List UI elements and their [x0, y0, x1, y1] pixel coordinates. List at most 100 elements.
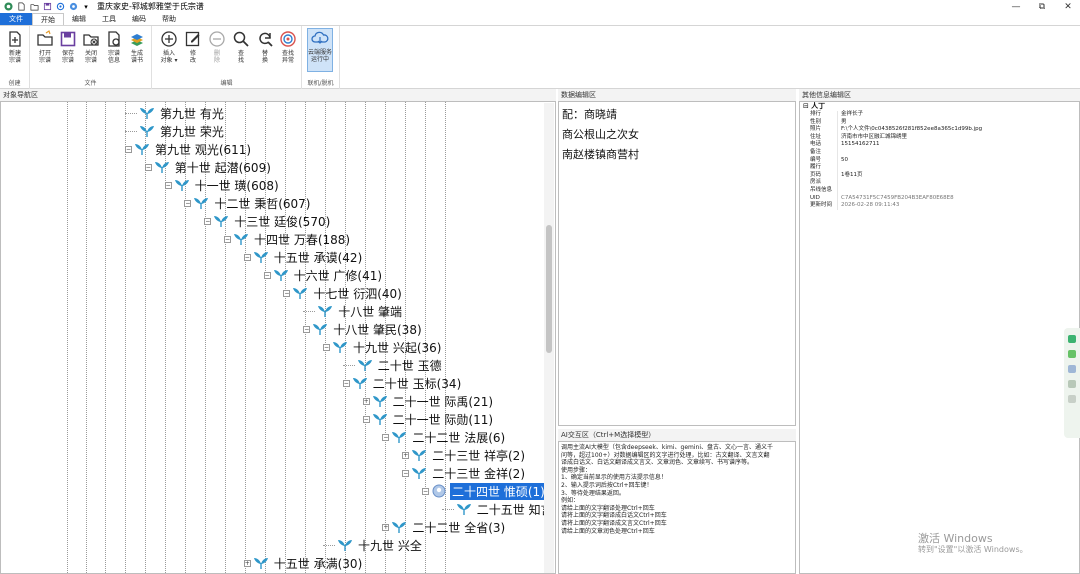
side-tray[interactable]	[1064, 328, 1080, 438]
collapse-icon[interactable]: −	[422, 487, 429, 495]
collapse-icon[interactable]: −	[323, 343, 330, 351]
close-button[interactable]: ✕	[1056, 0, 1080, 13]
collapse-icon[interactable]: −	[382, 433, 390, 441]
collapse-icon[interactable]: −	[283, 289, 291, 297]
collapse-icon[interactable]: −	[164, 181, 172, 189]
collapse-icon[interactable]: −	[144, 163, 152, 171]
collapse-toggle-icon[interactable]: ⊟	[803, 102, 811, 110]
tree-node[interactable]: − 十二世 秉哲(607)	[184, 194, 312, 212]
collapse-icon[interactable]: −	[263, 271, 271, 279]
tree-node[interactable]: − 十六世 广修(41)	[263, 266, 384, 284]
tree-node[interactable]: − 二十四世 惟硕(1)	[422, 482, 547, 500]
tree-node[interactable]: − 二十二世 法展(6)	[382, 428, 507, 446]
maximize-button[interactable]: ⧉	[1030, 0, 1054, 13]
tree-node[interactable]: − 十三世 廷俊(570)	[204, 212, 332, 230]
collapse-icon[interactable]: −	[342, 379, 350, 387]
tree-node[interactable]: + 十五世 承满(30)	[243, 554, 364, 572]
info-row[interactable]: 照片 F:\个人文件\0c0438526f281f852ee8a365c1d99b…	[800, 126, 1079, 134]
tree-node[interactable]: + 二十三世 祥亭(2)	[402, 446, 527, 464]
info-row[interactable]: 备注	[800, 148, 1079, 157]
info-row[interactable]: 房派	[800, 179, 1079, 187]
tab-tools[interactable]: 工具	[94, 13, 124, 25]
info-value[interactable]: 济南市市中区融汇城锦绣里	[838, 134, 907, 142]
info-value[interactable]	[838, 149, 841, 157]
insert-object-button[interactable]: 插入 对象 ▾	[158, 30, 180, 74]
info-value[interactable]: F:\个人文件\0c0438526f281f852ee8a365c1d99b.j…	[838, 126, 982, 134]
info-row[interactable]: 排行 金祥长子	[800, 111, 1079, 119]
tree-node[interactable]: − 二十世 玉标(34)	[342, 374, 463, 392]
info-row[interactable]: 页码 1卷11页	[800, 171, 1079, 180]
collapse-icon[interactable]: −	[204, 217, 212, 225]
quick-open-icon[interactable]	[29, 2, 39, 12]
tree-node[interactable]: − 十五世 承谟(42)	[243, 248, 364, 266]
collapse-icon[interactable]: −	[243, 253, 251, 261]
other-info-area[interactable]: ⊟ 人丁 排行 金祥长子 性别男照片 F:\个人文件\0c0438526f281f85…	[799, 101, 1080, 574]
tree-node[interactable]: 第九世 荣光	[125, 122, 226, 140]
collapse-icon[interactable]: −	[184, 199, 192, 207]
info-category[interactable]: ⊟ 人丁	[800, 102, 1079, 111]
delete-button[interactable]: 删 除	[206, 30, 228, 74]
info-row[interactable]: 履行	[800, 164, 1079, 172]
tab-file[interactable]: 文件	[0, 13, 32, 25]
expand-icon[interactable]: +	[382, 523, 390, 531]
cloud-service-button[interactable]: 云端服务 运行中	[307, 28, 333, 72]
info-row[interactable]: UID C7A54731F5C7459FB204B3EAF80E68E8	[800, 194, 1079, 203]
close-genealogy-button[interactable]: 关闭 宗谱	[80, 30, 102, 74]
collapse-icon[interactable]: −	[362, 415, 370, 423]
modify-button[interactable]: 修 改	[182, 30, 204, 74]
expand-icon[interactable]: +	[243, 559, 251, 567]
collapse-icon[interactable]: −	[224, 235, 231, 243]
tree-node[interactable]: 第九世 有光	[125, 104, 226, 122]
quick-save-icon[interactable]	[42, 2, 52, 12]
quick-access-dropdown-icon[interactable]: ▾	[81, 2, 91, 12]
ai-interaction-area[interactable]: 调用主流AI大模型（包含deepseek、kimi、gemini、盘古、文心一言…	[558, 441, 796, 574]
expand-icon[interactable]: +	[362, 397, 370, 405]
tray-shield-icon[interactable]	[1068, 335, 1076, 343]
save-genealogy-button[interactable]: 保存 宗谱	[57, 30, 79, 74]
quick-settings-icon[interactable]	[55, 2, 65, 12]
info-value[interactable]: 2026-02-28 09:11:43	[838, 202, 899, 210]
info-row[interactable]: 编号 50	[800, 156, 1079, 165]
info-value[interactable]	[838, 187, 841, 195]
tree-node[interactable]: − 十四世 万春(188)	[224, 230, 352, 248]
tree-node[interactable]: 十九世 兴全	[323, 536, 424, 554]
info-value[interactable]: 1卷11页	[838, 172, 863, 180]
minimize-button[interactable]: —	[1004, 0, 1028, 13]
tab-edit[interactable]: 编辑	[64, 13, 94, 25]
generate-book-button[interactable]: 生成 谱书	[126, 30, 148, 74]
info-value[interactable]: 15154162711	[838, 141, 880, 149]
tray-more-icon[interactable]	[1068, 395, 1076, 403]
tab-encoding[interactable]: 编码	[124, 13, 154, 25]
tree-node[interactable]: − 二十三世 金祥(2)	[402, 464, 527, 482]
tree-node[interactable]: 二十世 玉德	[342, 356, 444, 374]
new-genealogy-button[interactable]: 新建 宗谱	[4, 30, 26, 74]
open-genealogy-button[interactable]: 打开 宗谱	[34, 30, 56, 74]
info-value[interactable]	[838, 164, 841, 172]
collapse-icon[interactable]: −	[303, 325, 311, 333]
tree-node[interactable]: − 第十世 起潜(609)	[144, 158, 273, 176]
tree-node[interactable]: − 第九世 观光(611)	[125, 140, 253, 158]
tray-tool-icon[interactable]	[1068, 365, 1076, 373]
tree-node[interactable]: − 十一世 璜(608)	[164, 176, 281, 194]
find-button[interactable]: 查 找	[230, 30, 252, 74]
tree-node[interactable]: − 二十一世 际勋(11)	[362, 410, 495, 428]
tray-chart-icon[interactable]	[1068, 380, 1076, 388]
info-value[interactable]: 50	[838, 157, 848, 165]
collapse-icon[interactable]: −	[125, 145, 132, 153]
tray-status-icon[interactable]	[1068, 350, 1076, 358]
tree-node[interactable]: − 十七世 衍泗(40)	[283, 284, 403, 302]
info-value[interactable]: C7A54731F5C7459FB204B3EAF80E68E8	[838, 195, 954, 203]
expand-icon[interactable]: +	[402, 451, 410, 459]
tree-node[interactable]: 十八世 肇端	[303, 302, 404, 320]
info-row[interactable]: 住址 济南市市中区融汇城锦绣里	[800, 133, 1079, 142]
tree-node[interactable]: + 二十二世 全省(3)	[382, 518, 507, 536]
tree-node[interactable]: + 二十一世 际禹(21)	[362, 392, 495, 410]
info-value[interactable]: 金祥长子	[838, 111, 863, 119]
collapse-icon[interactable]: −	[402, 469, 410, 477]
quick-new-icon[interactable]	[16, 2, 26, 12]
quick-help-icon[interactable]	[68, 2, 78, 12]
genealogy-info-button[interactable]: 宗谱 信息	[103, 30, 125, 74]
info-value[interactable]	[838, 179, 841, 187]
tree-node[interactable]: − 十八世 肇民(38)	[303, 320, 423, 338]
navigator-scrollbar[interactable]	[544, 103, 554, 573]
